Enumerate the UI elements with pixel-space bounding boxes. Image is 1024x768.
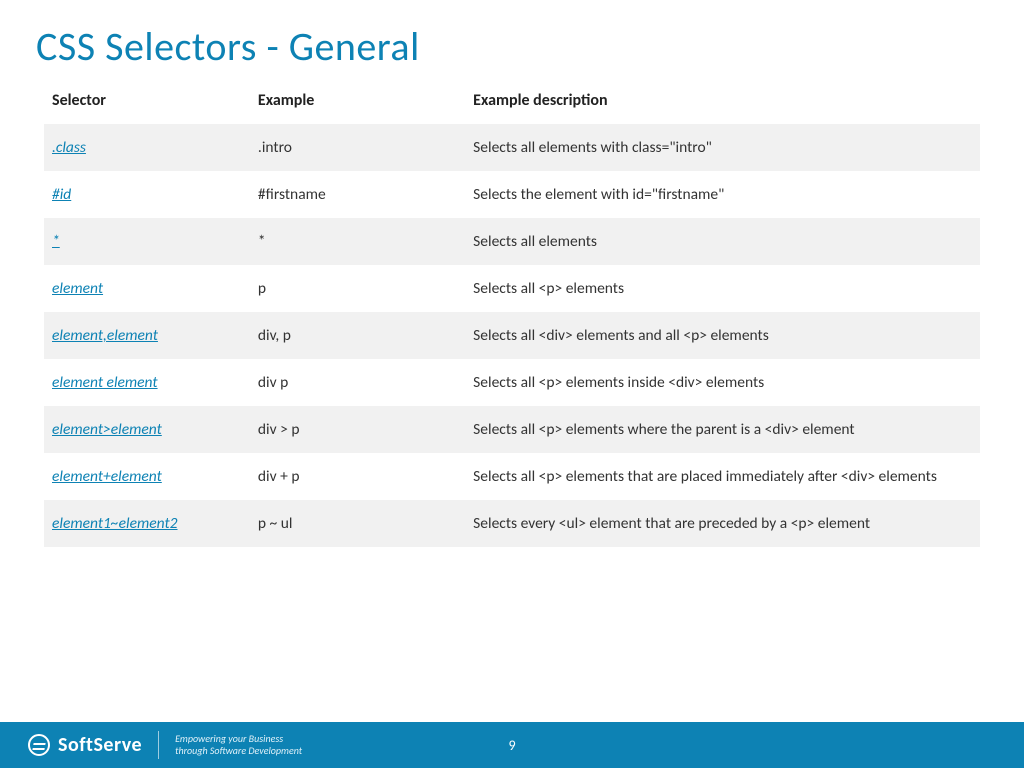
- page-number: 9: [508, 737, 515, 754]
- slide-footer: SoftServe Empowering your Business throu…: [0, 722, 1024, 768]
- example-cell: p: [250, 265, 465, 312]
- slide-title: CSS Selectors - General: [0, 0, 1024, 81]
- description-cell: Selects all <p> elements where the paren…: [465, 406, 980, 453]
- content-area: Selector Example Example description .cl…: [0, 81, 1024, 547]
- description-cell: Selects all <p> elements: [465, 265, 980, 312]
- description-cell: Selects every <ul> element that are prec…: [465, 500, 980, 547]
- selector-link[interactable]: element,element: [52, 326, 158, 345]
- table-row: * * Selects all elements: [44, 218, 980, 265]
- selector-link[interactable]: element element: [52, 373, 158, 392]
- table-row: element>element div > p Selects all <p> …: [44, 406, 980, 453]
- col-header-selector: Selector: [44, 81, 250, 124]
- description-cell: Selects all <p> elements inside <div> el…: [465, 359, 980, 406]
- slide: CSS Selectors - General Selector Example…: [0, 0, 1024, 768]
- selector-link[interactable]: *: [52, 232, 60, 251]
- example-cell: div + p: [250, 453, 465, 500]
- example-cell: div > p: [250, 406, 465, 453]
- selector-link[interactable]: element>element: [52, 420, 162, 439]
- table-row: .class .intro Selects all elements with …: [44, 124, 980, 171]
- example-cell: #firstname: [250, 171, 465, 218]
- brand-name: SoftServe: [58, 733, 142, 757]
- table-row: #id #firstname Selects the element with …: [44, 171, 980, 218]
- table-row: element+element div + p Selects all <p> …: [44, 453, 980, 500]
- example-cell: div, p: [250, 312, 465, 359]
- selector-link[interactable]: element+element: [52, 467, 162, 486]
- description-cell: Selects the element with id="firstname": [465, 171, 980, 218]
- description-cell: Selects all elements: [465, 218, 980, 265]
- selector-link[interactable]: .class: [52, 138, 86, 157]
- selector-link[interactable]: element: [52, 279, 103, 298]
- table-row: element1~element2 p ~ ul Selects every <…: [44, 500, 980, 547]
- tagline-line-2: through Software Development: [175, 745, 302, 757]
- description-cell: Selects all elements with class="intro": [465, 124, 980, 171]
- example-cell: div p: [250, 359, 465, 406]
- table-row: element element div p Selects all <p> el…: [44, 359, 980, 406]
- selectors-table: Selector Example Example description .cl…: [44, 81, 980, 547]
- softserve-logo-icon: [28, 734, 50, 756]
- table-row: element p Selects all <p> elements: [44, 265, 980, 312]
- description-cell: Selects all <div> elements and all <p> e…: [465, 312, 980, 359]
- example-cell: p ~ ul: [250, 500, 465, 547]
- selector-link[interactable]: #id: [52, 185, 71, 204]
- example-cell: .intro: [250, 124, 465, 171]
- col-header-example: Example: [250, 81, 465, 124]
- footer-divider: [158, 731, 159, 759]
- selector-link[interactable]: element1~element2: [52, 514, 178, 533]
- table-header-row: Selector Example Example description: [44, 81, 980, 124]
- brand-tagline: Empowering your Business through Softwar…: [175, 733, 302, 757]
- brand-block: SoftServe: [0, 733, 142, 757]
- table-row: element,element div, p Selects all <div>…: [44, 312, 980, 359]
- col-header-description: Example description: [465, 81, 980, 124]
- description-cell: Selects all <p> elements that are placed…: [465, 453, 980, 500]
- example-cell: *: [250, 218, 465, 265]
